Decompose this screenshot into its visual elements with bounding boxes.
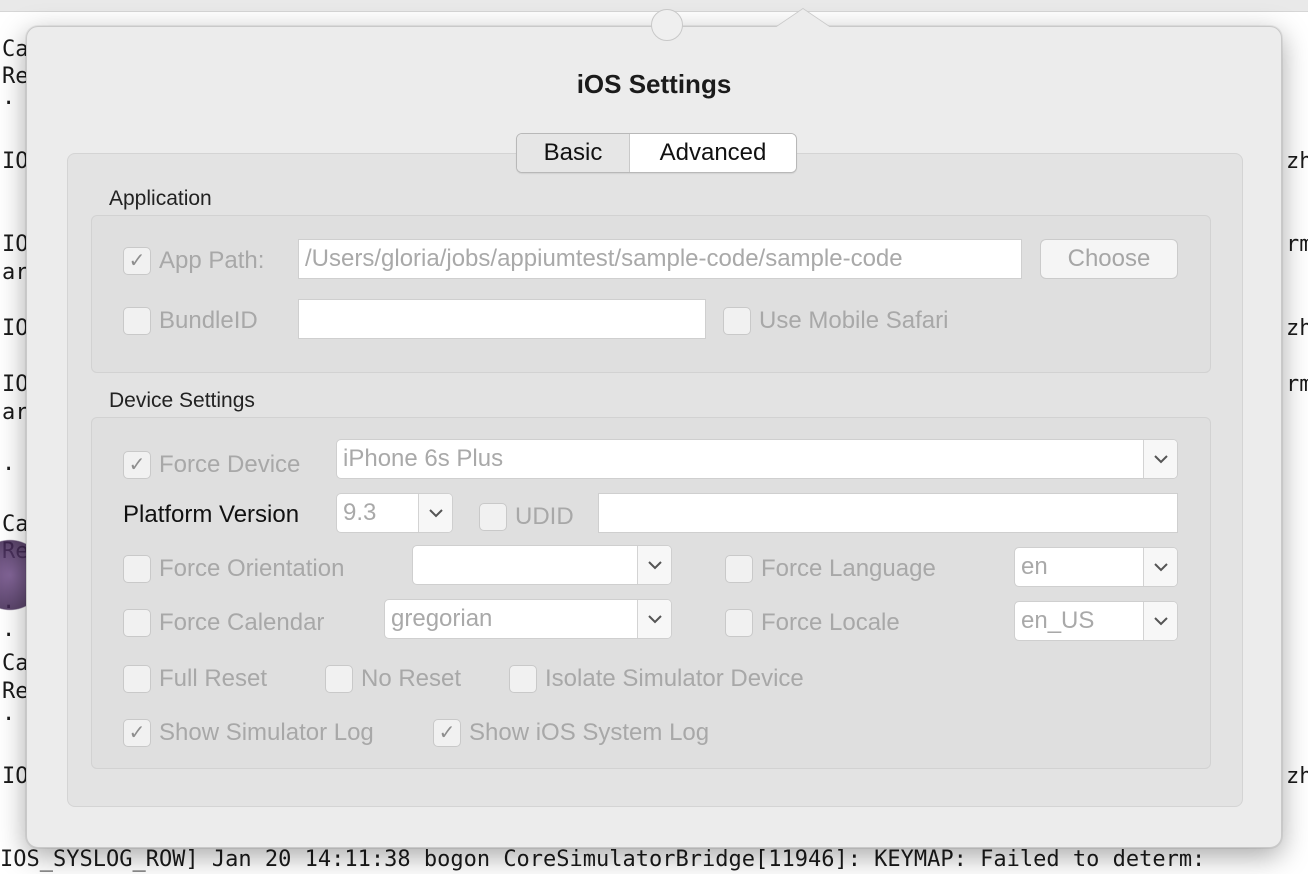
full-reset-label: Full Reset [159,665,268,692]
force-language-select[interactable]: en [1014,547,1178,587]
popover-arrow [775,9,831,28]
top-menu-strip [0,0,1308,12]
terminal-line-fragment: IO [2,232,29,257]
application-section-label: Application [109,187,212,210]
no-reset-label: No Reset [361,665,462,692]
device-settings-section-label: Device Settings [109,389,255,412]
tab-switcher: Basic Advanced [516,133,797,173]
show-ios-system-log-label: Show iOS System Log [469,719,710,746]
toolbar-knob [651,9,683,41]
app-path-checkbox[interactable]: ✓ [123,247,151,275]
bundle-id-input[interactable] [298,299,706,339]
platform-version-value: 9.3 [343,499,377,526]
force-orientation-select[interactable] [412,545,672,585]
chevron-down-icon [418,494,452,532]
show-simulator-log-checkbox[interactable]: ✓ [123,719,151,747]
force-orientation-checkbox[interactable] [123,555,151,583]
check-icon: ✓ [128,454,146,476]
force-orientation-label: Force Orientation [159,555,345,582]
terminal-line-fragment: rm: [1286,372,1308,397]
terminal-line-fragment: zh [1286,764,1308,789]
bundle-id-label: BundleID [159,307,258,334]
use-mobile-safari-label: Use Mobile Safari [759,307,949,334]
platform-version-label: Platform Version [123,501,300,528]
force-locale-checkbox[interactable] [725,609,753,637]
force-device-checkbox[interactable]: ✓ [123,451,151,479]
terminal-line-fragment: IO [2,149,29,174]
tab-advanced[interactable]: Advanced [630,134,796,172]
force-calendar-value: gregorian [391,605,493,632]
force-calendar-checkbox[interactable] [123,609,151,637]
chevron-down-icon [637,600,671,638]
force-device-value: iPhone 6s Plus [343,445,504,472]
terminal-line-fragment: rm: [1286,232,1308,257]
bundle-id-checkbox[interactable] [123,307,151,335]
terminal-line-fragment: Ca [2,37,29,62]
force-locale-select[interactable]: en_US [1014,601,1178,641]
chevron-down-icon [1143,602,1177,640]
terminal-bottom-line: IOS_SYSLOG_ROW] Jan 20 14:11:38 bogon Co… [0,847,1206,872]
terminal-line-fragment: Ca [2,651,29,676]
force-locale-value: en_US [1021,607,1095,634]
popover-title: iOS Settings [576,69,732,99]
ios-settings-popover: iOS Settings Basic Advanced Application … [26,9,1282,848]
force-calendar-label: Force Calendar [159,609,325,636]
force-device-label: Force Device [159,451,301,478]
chevron-down-icon [1143,440,1177,478]
show-ios-system-log-checkbox[interactable]: ✓ [433,719,461,747]
use-mobile-safari-checkbox[interactable] [723,307,751,335]
force-device-select[interactable]: iPhone 6s Plus [336,439,1178,479]
terminal-line-fragment: IO [2,316,29,341]
check-icon: ✓ [128,250,146,272]
choose-button[interactable]: Choose [1040,239,1178,279]
app-path-input[interactable]: /Users/gloria/jobs/appiumtest/sample-cod… [298,239,1022,279]
check-icon: ✓ [438,722,456,744]
terminal-line-fragment: Re [2,64,29,89]
no-reset-checkbox[interactable] [325,665,353,693]
force-language-label: Force Language [761,555,936,582]
full-reset-checkbox[interactable] [123,665,151,693]
force-locale-label: Force Locale [761,609,900,636]
terminal-line-fragment: zh [1286,316,1308,341]
check-icon: ✓ [128,722,146,744]
terminal-line-fragment: IO [2,764,29,789]
chevron-down-icon [637,546,671,584]
dock-icon-fragment [0,520,26,630]
show-simulator-log-label: Show Simulator Log [159,719,374,746]
udid-checkbox[interactable] [479,503,507,531]
isolate-simulator-label: Isolate Simulator Device [545,665,804,692]
app-path-label: App Path: [159,247,265,274]
terminal-line-fragment: IO [2,372,29,397]
terminal-line-fragment: Re [2,679,29,704]
force-language-value: en [1021,553,1048,580]
platform-version-select[interactable]: 9.3 [336,493,453,533]
tab-basic[interactable]: Basic [517,134,630,172]
force-language-checkbox[interactable] [725,555,753,583]
udid-label: UDID [515,503,574,530]
chevron-down-icon [1143,548,1177,586]
terminal-line-fragment: zh [1286,149,1308,174]
force-calendar-select[interactable]: gregorian [384,599,672,639]
udid-input[interactable] [598,493,1178,533]
isolate-simulator-checkbox[interactable] [509,665,537,693]
